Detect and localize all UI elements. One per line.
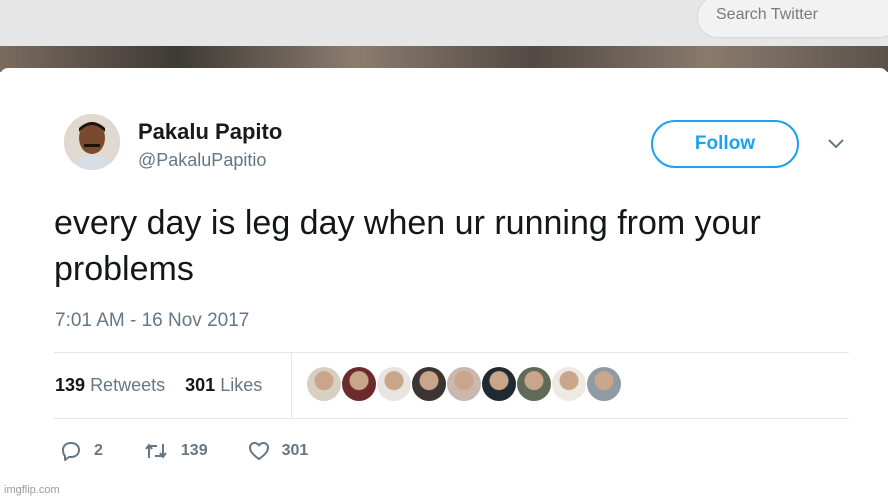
retweet-button[interactable]: 139 [143,440,208,462]
liker-avatar-1[interactable] [307,367,341,401]
liker-avatar-4[interactable] [412,367,446,401]
liker-avatars [307,367,621,401]
divider [54,352,849,353]
search-placeholder: Search Twitter [716,6,818,23]
tweet-timestamp[interactable]: 7:01 AM - 16 Nov 2017 [55,310,249,332]
follow-button[interactable]: Follow [651,120,799,168]
liker-avatar-9[interactable] [587,367,621,401]
top-bar: Search Twitter [0,0,888,46]
like-label[interactable]: Likes [220,375,262,395]
heart-icon [248,442,269,460]
liker-avatar-8[interactable] [552,367,586,401]
retweet-action-count: 139 [180,442,208,459]
tweet-actions: 2 139 301 [60,440,348,462]
tweet-stats: 139 Retweets 301 Likes [55,375,262,396]
author-avatar[interactable] [64,114,120,170]
chevron-down-icon[interactable] [827,137,845,149]
retweet-icon [145,443,167,459]
liker-avatar-6[interactable] [482,367,516,401]
stats-divider [291,352,292,418]
tweet-text: every day is leg day when ur running fro… [54,204,761,288]
like-action-count: 301 [281,442,309,459]
reply-icon [62,442,80,461]
like-count[interactable]: 301 [185,375,215,395]
liker-avatar-3[interactable] [377,367,411,401]
reply-button[interactable]: 2 [60,440,103,462]
liker-avatar-7[interactable] [517,367,551,401]
reply-count: 2 [94,442,103,459]
retweet-label[interactable]: Retweets [90,375,165,395]
like-button[interactable]: 301 [248,440,309,462]
liker-avatar-2[interactable] [342,367,376,401]
search-input[interactable]: Search Twitter [697,0,888,38]
watermark: imgflip.com [4,484,60,496]
divider [54,418,849,419]
retweet-count[interactable]: 139 [55,375,85,395]
author-handle[interactable]: @PakaluPapitio [138,150,266,171]
liker-avatar-5[interactable] [447,367,481,401]
author-name[interactable]: Pakalu Papito [138,119,282,145]
